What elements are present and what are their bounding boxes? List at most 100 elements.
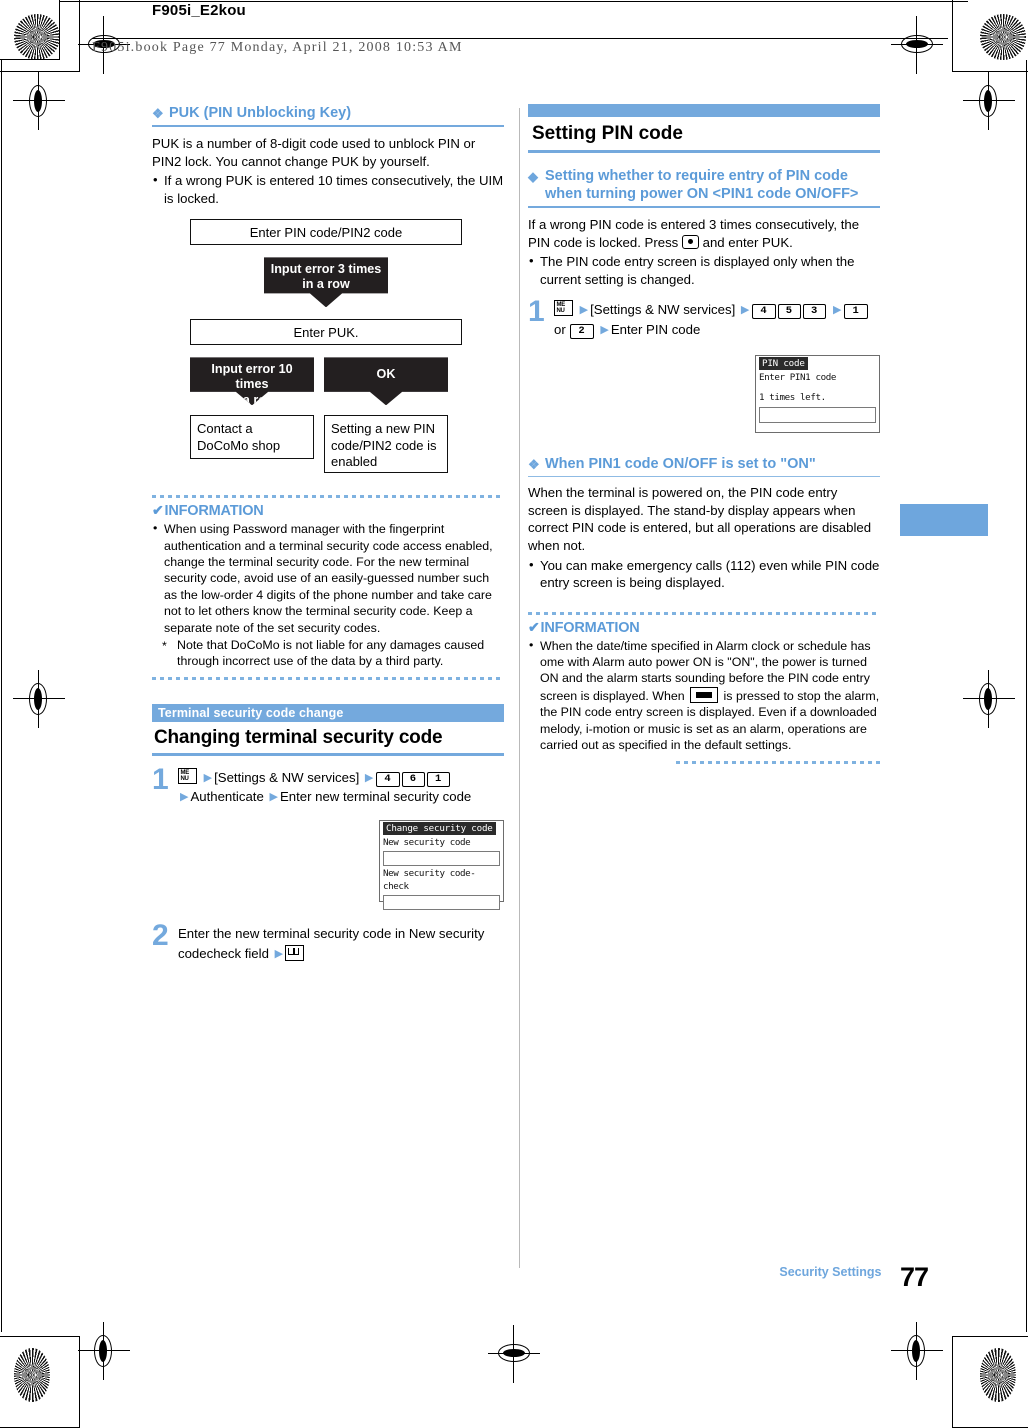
flow-result-row: Contact a DoCoMo shop Setting a new PIN … [190,415,504,474]
page-footer: Security Settings 77 [528,1262,929,1293]
phone-screen-pin-code: PIN code Enter PIN1 code 1 times left. [755,354,880,433]
registration-target-bottom-left [78,1322,130,1380]
information-footnote: Note that DoCoMo is not liable for any d… [152,637,504,669]
step-1-text-b: Authenticate [190,789,264,805]
center-key-icon [681,234,699,249]
screen-input-field[interactable] [759,406,876,423]
footer-section-label: Security Settings [779,1265,882,1279]
crop-corner-bottom-right [952,1336,1028,1428]
pin1-on-heading-rule [528,475,880,478]
puk-paragraph: PUK is a number of 8-digit code used to … [152,136,476,169]
pin1-on-heading: ❖ When PIN1 code ON/OFF is set to "ON" [528,455,880,473]
terminal-security-section: Terminal security code change Changing t… [152,704,504,963]
list-item: When using Password manager with the fin… [152,520,504,636]
flow-box-enter-pin: Enter PIN code/PIN2 code [190,219,462,246]
flow-box-contact-docomo: Contact a DoCoMo shop [190,415,314,460]
call-key-icon [690,686,719,703]
screen-line-2: New security code-check [383,868,476,893]
key-6: 6 [401,772,426,788]
right-step-1-text-b: Enter PIN code [610,321,701,337]
registration-target-left-2 [13,670,65,728]
left-column: ❖ PUK (PIN Unblocking Key) PUK is a numb… [152,104,504,963]
arrow-icon: ▶ [740,304,750,317]
information-top-divider [528,611,880,615]
information-title-text: INFORMATION [540,619,640,636]
registration-target-bottom-right [891,1322,943,1380]
column-divider [519,108,520,1268]
flow-arrow-ok-label: OK [376,367,396,382]
list-item: If a wrong PUK is entered 10 times conse… [152,171,504,207]
flow-arrow-error-3-line2: in a row [302,277,350,292]
information-title: ✔INFORMATION [528,619,880,636]
screen-line-1: New security code [383,837,471,849]
step-1-text-a: [Settings & NW services] [214,770,360,786]
arrow-icon: ▶ [833,304,842,317]
right-column: Setting PIN code ◆ Setting whether to re… [528,104,880,765]
list-item: When the date/time specified in Alarm cl… [528,637,880,754]
puk-heading: ❖ PUK (PIN Unblocking Key) [152,104,504,122]
step-1-body: ME NU ▶ [Settings & NW services] ▶ 4 6 1 ▶ Au… [178,768,504,806]
step-2-number: 2 [152,919,169,953]
arrow-icon: ▶ [600,323,609,336]
book-title: F905i_E2kou [152,2,246,19]
information-bullet-list: When the date/time specified in Alarm cl… [528,637,880,754]
diamond-bullet-icon: ◆ [528,169,538,184]
registration-target-top-2 [891,16,943,74]
diamond-bullet-icon: ❖ [152,106,164,121]
right-step-1-text-a: [Settings & NW services] [590,302,736,318]
section-title-rule [152,753,504,757]
pin1-on-heading-text: When PIN1 code ON/OFF is set to "ON" [545,455,816,472]
information-title-text: INFORMATION [164,503,264,520]
pin1-paragraph: If a wrong PIN code is entered 3 times c… [528,216,880,251]
screen-input-field-1[interactable] [383,851,500,867]
flow-arrow-error-3: Input error 3 times in a row [264,257,388,308]
menu-key-glyph-bottom: NU [180,775,189,782]
key-5: 5 [777,304,802,320]
flow-arrow-error-10: Input error 10 times in a row [190,357,314,407]
header-rule [92,38,948,39]
right-step-1-screen-wrap: PIN code Enter PIN1 code 1 times left. [528,354,880,433]
flow-arrow-error-3-line1: Input error 3 times [270,262,382,277]
menu-key-icon: ME NU [178,768,197,785]
information-top-divider [152,495,504,499]
check-icon: ✔ [528,618,540,635]
puk-heading-rule [152,125,504,128]
key-1: 1 [427,772,451,788]
pin1-bullet-list: The PIN code entry screen is displayed o… [528,252,880,288]
section-tab-label: Terminal security code change [152,704,504,723]
step-1-text-c: Enter new terminal security code [279,789,472,805]
crop-corner-top-left-2 [0,0,80,72]
step-1-number: 1 [152,763,169,797]
flow-box-enter-puk: Enter PUK. [190,319,462,346]
information-bullet-list: When using Password manager with the fin… [152,520,504,636]
right-step-1-or: or [554,321,566,337]
arrow-icon: ▶ [203,772,213,785]
arrow-icon: ▶ [180,791,189,804]
menu-key-glyph-bottom: NU [556,307,565,314]
screen-line-2: 1 times left. [759,391,826,403]
side-index-tab [900,504,988,536]
registration-target-left-1 [13,72,65,130]
step-1-screen-wrap: Change security code New security code N… [152,820,504,911]
list-item: The PIN code entry screen is displayed o… [528,252,880,288]
flow-arrow-row: Input error 10 times in a row OK [190,357,504,407]
arrow-icon: ▶ [364,772,374,785]
flow-arrow-ok: OK [324,357,448,406]
screen-input-field-2[interactable] [383,895,500,911]
information-bottom-divider [675,761,880,765]
phone-screen-change-security-code: Change security code New security code N… [379,820,504,911]
diamond-bullet-icon: ❖ [528,456,540,472]
flow-arrow-error-10-line2: in a row [228,392,276,407]
section-title: Changing terminal security code [154,727,443,749]
footer-page-number: 77 [899,1262,929,1292]
trim-line-left [1,60,2,1332]
book-file-line: F905i.book Page 77 Monday, April 21, 200… [92,40,463,55]
pin1-heading-text: Setting whether to require entry of PIN … [545,168,859,203]
screen-line-1: Enter PIN1 code [759,371,836,383]
book-key-icon [285,944,305,961]
pin1-on-paragraph: When the terminal is powered on, the PIN… [528,485,872,553]
left-information-block: ✔INFORMATION When using Password manager… [152,495,504,681]
right-step-1-body: ME NU ▶ [Settings & NW services] ▶ 4 5 3 ▶ 1 … [554,300,880,339]
crop-corner-top-right [952,0,1028,72]
pin1-heading-rule [528,206,880,209]
